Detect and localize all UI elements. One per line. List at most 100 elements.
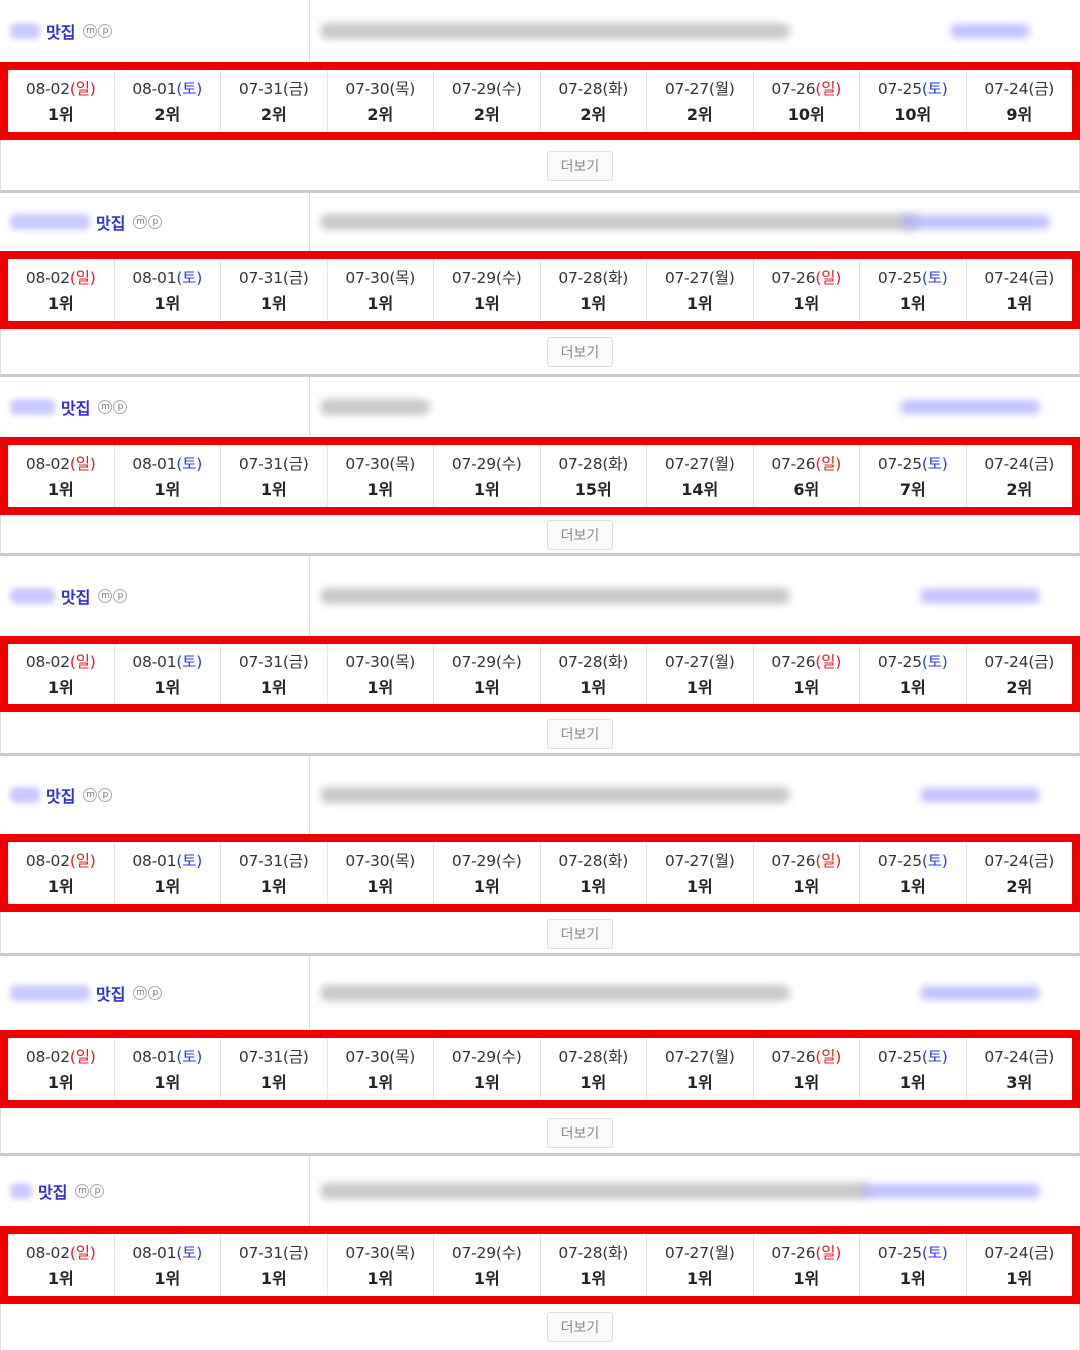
tag-redacted bbox=[920, 788, 1040, 802]
rank-date: 08-01(토) bbox=[132, 650, 202, 672]
day-of-week: (토) bbox=[921, 1048, 948, 1066]
date-text: 07-24 bbox=[984, 455, 1029, 473]
rank-cell: 07-29(수) 1위 bbox=[434, 1038, 541, 1100]
rank-date: 07-29(수) bbox=[452, 452, 522, 474]
rank-cell: 07-30(목) 1위 bbox=[328, 1234, 434, 1296]
rank-value: 1위 bbox=[260, 678, 287, 697]
keyword-label[interactable]: 맛집 m p bbox=[10, 783, 113, 807]
rank-value: 1위 bbox=[580, 294, 607, 313]
rank-cell: 07-29(수) 1위 bbox=[434, 644, 541, 704]
more-button[interactable]: 더보기 bbox=[547, 151, 613, 181]
rank-value: 1위 bbox=[473, 877, 500, 896]
date-text: 07-25 bbox=[877, 653, 922, 671]
keyword-cell: 맛집 m p bbox=[0, 1156, 310, 1226]
rank-date: 08-01(토) bbox=[132, 266, 202, 288]
rank-value: 1위 bbox=[793, 678, 820, 697]
keyword-text[interactable]: 맛집 bbox=[46, 19, 75, 43]
rank-date: 07-25(토) bbox=[878, 77, 948, 99]
daily-rank-row: 08-02(일) 1위 08-01(토) 1위 07-31(금) 1위 07-30(목) 1위… bbox=[0, 437, 1080, 515]
rank-block: 맛집 m p 08-02(일) 1위 08-01(토) 2위 07-31(금) 2위 07-30(… bbox=[0, 0, 1080, 192]
rank-date: 07-31(금) bbox=[239, 849, 309, 871]
keyword-label[interactable]: 맛집 m p bbox=[10, 19, 113, 43]
keyword-text[interactable]: 맛집 bbox=[61, 395, 90, 419]
rank-date: 07-30(목) bbox=[345, 1241, 415, 1263]
date-text: 07-31 bbox=[238, 852, 283, 870]
date-text: 07-25 bbox=[877, 1244, 922, 1262]
tag-redacted bbox=[900, 215, 1050, 229]
date-text: 07-25 bbox=[877, 852, 922, 870]
rank-value: 1위 bbox=[686, 678, 713, 697]
date-text: 07-24 bbox=[984, 269, 1029, 287]
rank-cell: 07-31(금) 1위 bbox=[221, 1038, 328, 1100]
date-text: 07-26 bbox=[771, 269, 816, 287]
url-cell bbox=[310, 756, 1080, 834]
rank-value: 1위 bbox=[154, 480, 181, 499]
mobile-pc-icons: mp bbox=[98, 400, 128, 414]
rank-cell: 07-25(토) 10위 bbox=[860, 70, 967, 132]
rank-date: 07-28(화) bbox=[558, 452, 628, 474]
rank-value: 1위 bbox=[686, 294, 713, 313]
daily-rank-row: 08-02(일) 1위 08-01(토) 1위 07-31(금) 1위 07-30(목) 1위… bbox=[0, 1226, 1080, 1304]
date-text: 07-30 bbox=[345, 455, 390, 473]
rank-cell: 07-26(일) 1위 bbox=[754, 644, 860, 704]
rank-cell: 07-25(토) 1위 bbox=[860, 259, 967, 321]
more-button[interactable]: 더보기 bbox=[547, 719, 613, 749]
keyword-label[interactable]: 맛집 m p bbox=[10, 584, 128, 608]
date-text: 07-29 bbox=[451, 852, 496, 870]
more-button[interactable]: 더보기 bbox=[547, 919, 613, 949]
rank-cell: 07-31(금) 1위 bbox=[221, 259, 328, 321]
keyword-label[interactable]: 맛집 m p bbox=[10, 395, 128, 419]
day-of-week: (목) bbox=[389, 455, 416, 473]
keyword-text[interactable]: 맛집 bbox=[46, 783, 75, 807]
more-button[interactable]: 더보기 bbox=[547, 1118, 613, 1148]
keyword-text[interactable]: 맛집 bbox=[38, 1179, 67, 1203]
rank-date: 08-01(토) bbox=[132, 849, 202, 871]
keyword-text[interactable]: 맛집 bbox=[61, 584, 90, 608]
more-button[interactable]: 더보기 bbox=[547, 1312, 613, 1342]
more-row: 더보기 bbox=[0, 1108, 1080, 1158]
url-cell bbox=[310, 193, 1080, 251]
rank-cell: 07-29(수) 1위 bbox=[434, 842, 541, 904]
pc-icon: p bbox=[148, 215, 163, 229]
rank-cell: 07-26(일) 1위 bbox=[754, 259, 860, 321]
keyword-header: 맛집 m p bbox=[0, 1156, 1080, 1226]
keyword-text[interactable]: 맛집 bbox=[96, 981, 125, 1005]
date-text: 07-27 bbox=[664, 653, 709, 671]
keyword-cell: 맛집 m p bbox=[0, 193, 310, 251]
keyword-label[interactable]: 맛집 m p bbox=[10, 210, 163, 234]
keyword-label[interactable]: 맛집 m p bbox=[10, 981, 163, 1005]
rank-cell: 08-01(토) 1위 bbox=[115, 1234, 221, 1296]
rank-date: 07-30(목) bbox=[345, 452, 415, 474]
day-of-week: (일) bbox=[69, 80, 96, 98]
date-text: 07-30 bbox=[345, 269, 390, 287]
rank-value: 1위 bbox=[154, 1073, 181, 1092]
day-of-week: (토) bbox=[921, 1244, 948, 1262]
keyword-text[interactable]: 맛집 bbox=[96, 210, 125, 234]
rank-cell: 07-26(일) 1위 bbox=[754, 842, 860, 904]
rank-value: 1위 bbox=[899, 1073, 926, 1092]
rank-cell: 08-02(일) 1위 bbox=[8, 1234, 115, 1296]
rank-cell: 07-30(목) 1위 bbox=[328, 445, 434, 507]
date-text: 07-30 bbox=[345, 1244, 390, 1262]
day-of-week: (수) bbox=[495, 852, 522, 870]
rank-date: 07-28(화) bbox=[558, 650, 628, 672]
keyword-redacted bbox=[10, 1183, 32, 1199]
rank-value: 1위 bbox=[580, 1073, 607, 1092]
more-button[interactable]: 더보기 bbox=[547, 520, 613, 550]
date-text: 07-25 bbox=[877, 455, 922, 473]
rank-date: 07-28(화) bbox=[558, 77, 628, 99]
day-of-week: (월) bbox=[708, 1244, 735, 1262]
rank-date: 08-01(토) bbox=[132, 452, 202, 474]
rank-date: 07-30(목) bbox=[345, 77, 415, 99]
rank-cell: 08-01(토) 1위 bbox=[115, 1038, 221, 1100]
rank-value: 1위 bbox=[473, 678, 500, 697]
keyword-label[interactable]: 맛집 m p bbox=[10, 1179, 105, 1203]
rank-cell: 08-01(토) 1위 bbox=[115, 259, 221, 321]
more-button[interactable]: 더보기 bbox=[547, 337, 613, 367]
rank-value: 1위 bbox=[260, 1073, 287, 1092]
rank-cell: 07-31(금) 1위 bbox=[221, 445, 328, 507]
day-of-week: (일) bbox=[815, 1244, 842, 1262]
rank-date: 08-02(일) bbox=[26, 1241, 96, 1263]
rank-block: 맛집 m p 08-02(일) 1위 08-01(토) 1위 07-31(금) 1위 07-30(… bbox=[0, 553, 1080, 756]
rank-cell: 07-30(목) 1위 bbox=[328, 1038, 434, 1100]
